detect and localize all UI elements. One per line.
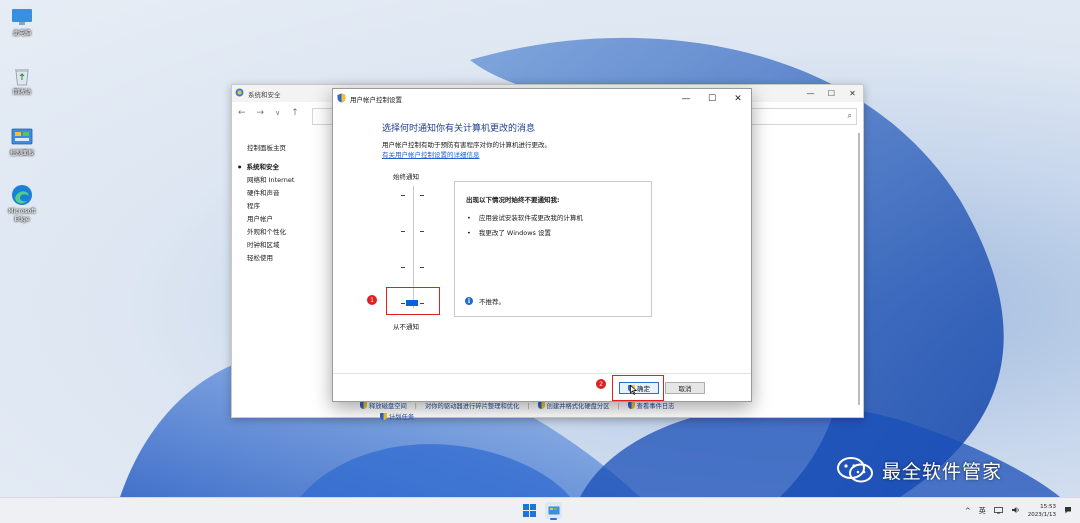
ime-indicator[interactable]: 英: [979, 506, 986, 516]
info-heading: 出现以下情况时始终不要通知我:: [466, 196, 560, 204]
control-panel-icon: [548, 506, 559, 514]
volume-icon[interactable]: [1011, 506, 1020, 516]
info-note-text: 不推荐。: [479, 298, 505, 306]
monitor-icon: [10, 6, 34, 28]
link-partition[interactable]: 创建并格式化硬盘分区: [537, 402, 610, 410]
slider-tick: [420, 267, 424, 268]
info-bullet: 应用尝试安装软件或更改我的计算机: [467, 212, 583, 222]
sidebar-item-user-accounts[interactable]: 用户帐户: [247, 213, 294, 226]
control-panel-icon: [10, 126, 34, 148]
clock-date: 2023/1/13: [1027, 512, 1056, 518]
slider-tick: [420, 231, 424, 232]
minimize-button[interactable]: —: [673, 89, 699, 109]
edge-icon: [10, 184, 34, 206]
link-event-log[interactable]: 查看事件日志: [627, 402, 674, 410]
minimize-button[interactable]: —: [800, 85, 821, 102]
mouse-cursor-icon: [630, 384, 638, 397]
notification-icon[interactable]: [1064, 506, 1072, 516]
shield-icon: [360, 402, 367, 409]
back-arrow-icon[interactable]: ←: [238, 108, 246, 118]
uac-settings-dialog: 用户帐户控制设置 — ☐ ✕ 选择何时通知你有关计算机更改的消息 用户帐户控制有…: [332, 88, 752, 402]
desktop-icon-this-pc[interactable]: 此电脑: [2, 6, 42, 38]
info-note: i 不推荐。: [465, 296, 505, 306]
forward-arrow-icon[interactable]: →: [257, 108, 265, 118]
desktop-icon-control-panel[interactable]: 控制面板: [2, 126, 42, 158]
taskbar-app-control-panel[interactable]: [545, 502, 562, 520]
sidebar-item-network[interactable]: 网络和 Internet: [247, 174, 294, 187]
shield-icon: [537, 402, 545, 409]
system-tools-links: 释放磁盘空间 | 对你的驱动器进行碎片整理和优化 | 创建并格式化硬盘分区 | …: [360, 401, 760, 421]
uac-info-panel: 出现以下情况时始终不要通知我: 应用尝试安装软件或更改我的计算机 我更改了 Wi…: [454, 181, 652, 317]
watermark: 最全软件管家: [836, 456, 1002, 484]
slider-tick: [401, 267, 405, 268]
separator: |: [527, 403, 530, 410]
up-arrow-icon[interactable]: ↑: [291, 108, 299, 118]
slider-tick: [401, 231, 405, 232]
annotation-box-slider: [386, 287, 440, 315]
info-bullet: 我更改了 Windows 设置: [467, 227, 551, 237]
maximize-button[interactable]: ☐: [699, 89, 725, 109]
wechat-logo-icon: [837, 457, 873, 483]
slider-tick: [420, 195, 424, 196]
watermark-text: 最全软件管家: [882, 460, 1003, 483]
sidebar-home-link[interactable]: 控制面板主页: [247, 142, 294, 155]
recycle-bin-icon: [10, 65, 34, 87]
uac-heading: 选择何时通知你有关计算机更改的消息: [382, 124, 536, 134]
desktop-icon-label: 回收站: [12, 89, 31, 96]
taskbar: ^ 英 15:53 2023/1/13: [0, 497, 1080, 523]
system-tray: ^ 英 15:53 2023/1/13: [965, 498, 1072, 523]
close-button[interactable]: ✕: [842, 85, 863, 102]
cancel-button[interactable]: 取消: [665, 382, 705, 394]
annotation-badge-2: 2: [596, 379, 606, 389]
chevron-down-icon[interactable]: ∨: [275, 109, 280, 117]
desktop-icon-label: 控制面板: [9, 150, 34, 157]
slider-bottom-label: 从不通知: [393, 323, 419, 331]
annotation-badge-1: 1: [367, 295, 377, 305]
uac-help-link[interactable]: 有关用户帐户控制设置的详细信息: [382, 149, 480, 159]
annotation-box-ok: [612, 375, 664, 401]
shield-icon: [627, 402, 635, 409]
desktop-icon-label: Microsoft Edge: [8, 208, 36, 223]
close-button[interactable]: ✕: [725, 89, 751, 109]
control-panel-title: 系统和安全: [248, 90, 281, 99]
separator: |: [617, 403, 620, 410]
uac-titlebar: 用户帐户控制设置 — ☐ ✕: [333, 89, 751, 109]
desktop-icon-label: 此电脑: [12, 30, 31, 37]
info-icon: i: [465, 297, 473, 305]
taskbar-clock[interactable]: 15:53 2023/1/13: [1028, 503, 1056, 519]
sidebar-item-hardware-sound[interactable]: 硬件和声音: [247, 187, 294, 200]
uac-description: 用户帐户控制有助于预防有害程序对你的计算机进行更改。: [382, 141, 551, 149]
separator: |: [414, 403, 417, 410]
search-icon[interactable]: ⌕: [848, 111, 852, 121]
start-button[interactable]: [523, 504, 536, 517]
control-panel-app-icon: [235, 88, 244, 99]
clock-time: 15:53: [1040, 504, 1056, 510]
uac-title: 用户帐户控制设置: [350, 96, 402, 104]
sidebar-item-ease-of-access[interactable]: 轻松使用: [247, 252, 294, 265]
link-disk-cleanup[interactable]: 释放磁盘空间: [360, 402, 407, 410]
sidebar-item-programs[interactable]: 程序: [247, 200, 294, 213]
link-task-scheduler[interactable]: 计划任务: [380, 413, 414, 421]
desktop-icon-edge[interactable]: Microsoft Edge: [2, 184, 42, 224]
link-defragment[interactable]: 对你的驱动器进行碎片整理和优化: [425, 403, 519, 410]
network-icon[interactable]: [993, 506, 1003, 516]
sidebar-item-clock-region[interactable]: 时钟和区域: [247, 239, 294, 252]
desktop-icon-recycle-bin[interactable]: 回收站: [2, 65, 42, 97]
uac-footer: 确定 取消 2: [333, 373, 751, 401]
control-panel-sidebar: 控制面板主页 系统和安全 网络和 Internet 硬件和声音 程序 用户帐户 …: [247, 142, 295, 265]
tray-overflow-chevron[interactable]: ^: [965, 507, 971, 515]
shield-icon: [380, 413, 387, 420]
scrollbar[interactable]: [858, 133, 860, 405]
slider-tick: [401, 195, 405, 196]
maximize-button[interactable]: ☐: [821, 85, 842, 102]
slider-top-label: 始终通知: [393, 173, 419, 181]
uac-shield-icon: [337, 93, 346, 105]
sidebar-item-appearance[interactable]: 外观和个性化: [247, 226, 294, 239]
sidebar-item-system-security[interactable]: 系统和安全: [238, 160, 294, 174]
